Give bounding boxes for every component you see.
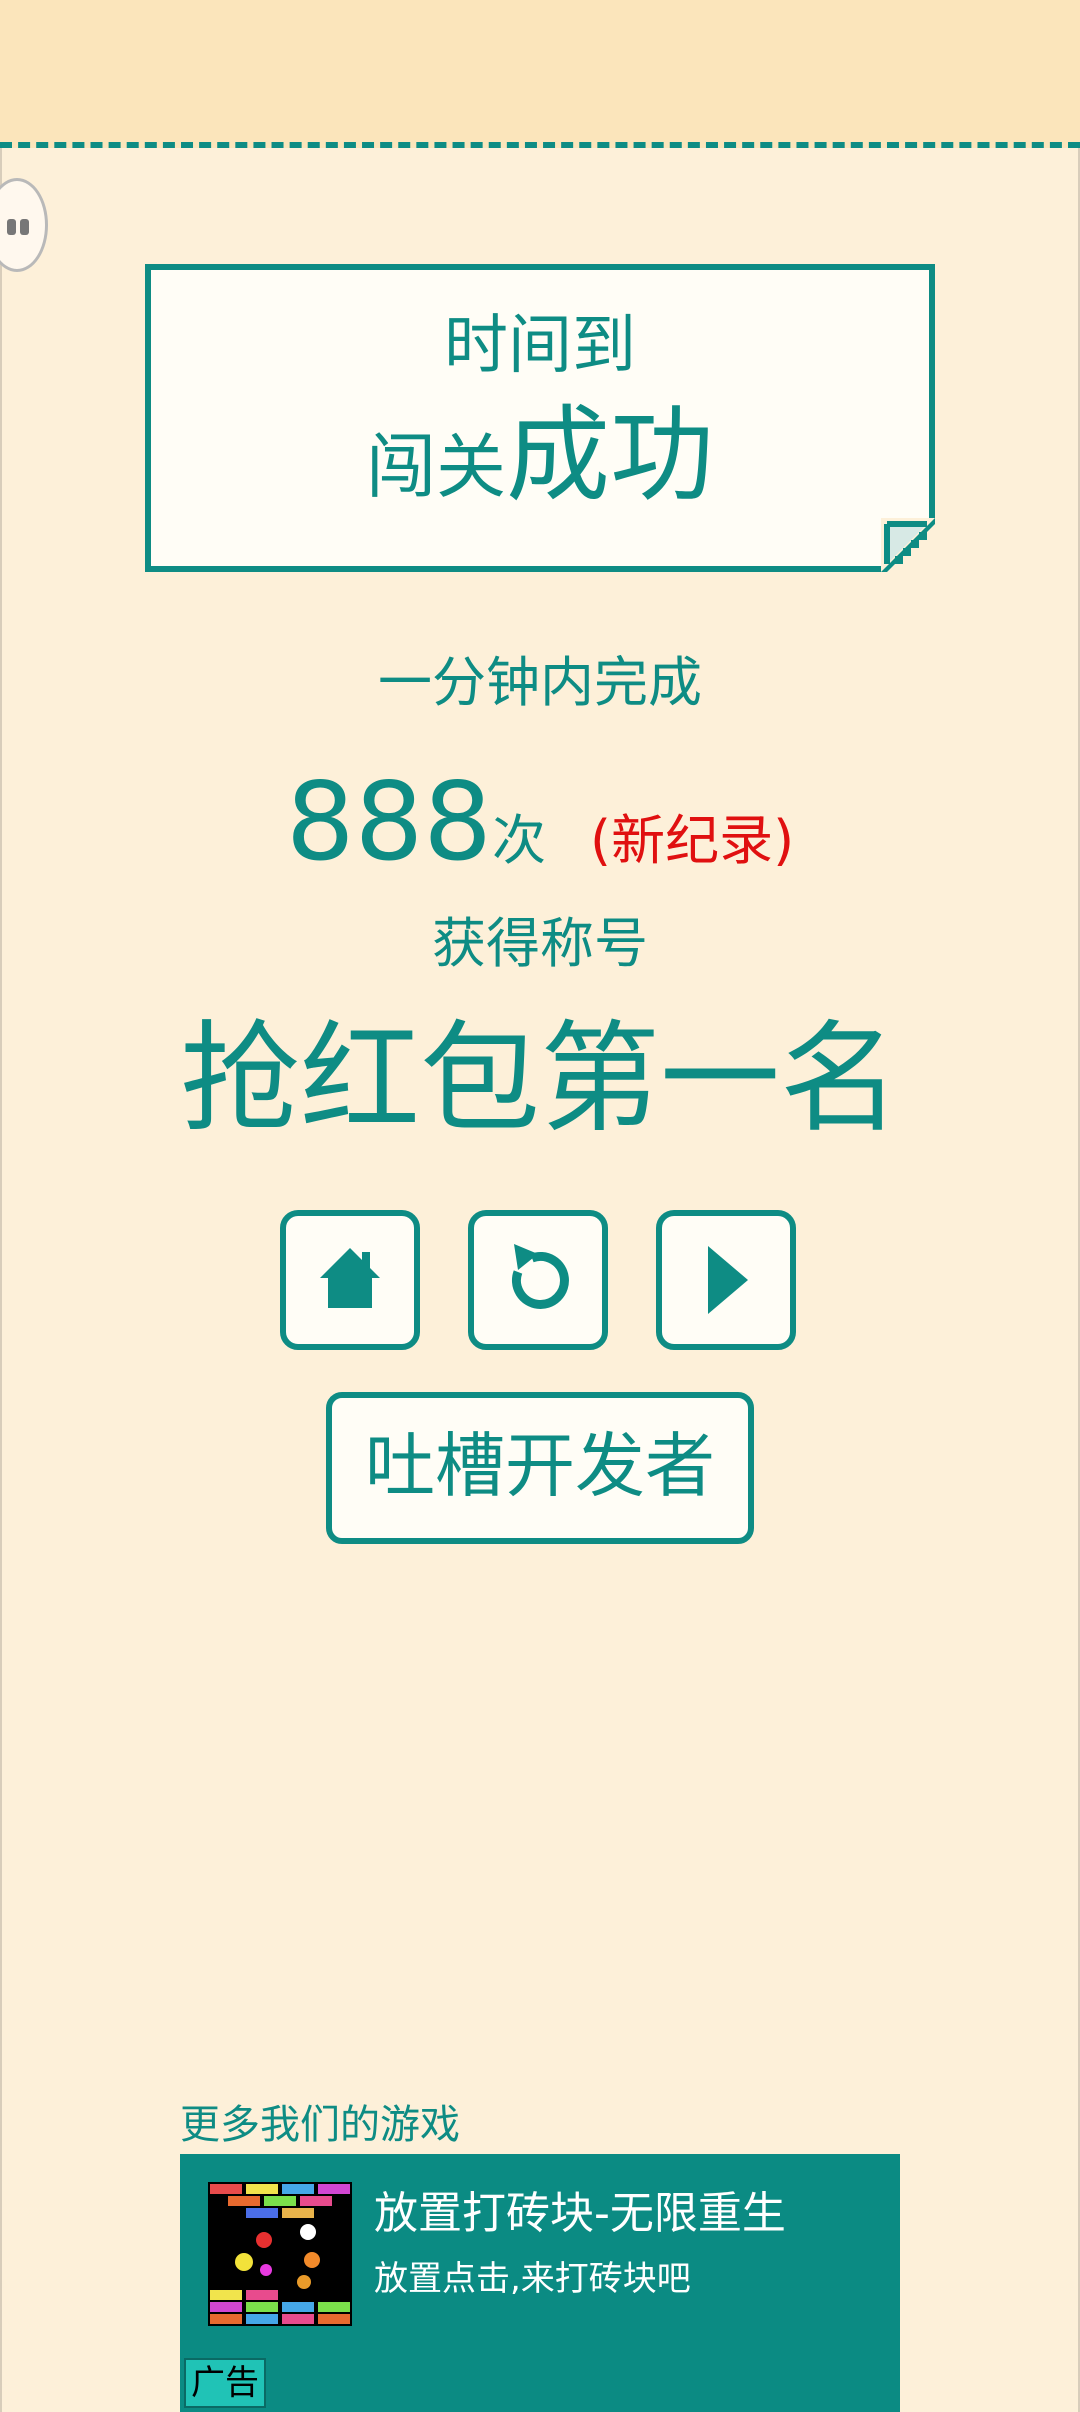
ad-description: 放置点击,来打砖块吧: [374, 2259, 691, 2299]
left-border: [0, 148, 2, 2412]
score-unit: 次: [492, 809, 546, 872]
page-fold-corner: [881, 518, 935, 572]
next-button[interactable]: [656, 1210, 796, 1350]
restart-button[interactable]: [468, 1210, 608, 1350]
restart-icon: [511, 1244, 569, 1309]
time-up-text: 时间到: [444, 309, 636, 383]
completion-subtitle: 一分钟内完成: [378, 651, 702, 714]
level-result-main: 成功: [505, 394, 714, 516]
more-games-label: 更多我们的游戏: [180, 2102, 460, 2148]
pause-button[interactable]: [0, 178, 48, 272]
score-value: 888: [285, 760, 492, 885]
result-card: 时间到 闯关成功: [145, 264, 935, 572]
ad-badge: 广告: [184, 2358, 266, 2408]
ad-card[interactable]: 放置打砖块-无限重生 放置点击,来打砖块吧 广告: [180, 2154, 900, 2412]
top-bar: [0, 0, 1080, 148]
home-button[interactable]: [280, 1210, 420, 1350]
level-result: 闯关成功: [151, 400, 929, 522]
earned-title: 抢红包第一名: [180, 1010, 900, 1149]
score-line: 888次 (新纪录): [0, 758, 1080, 919]
ad-game-thumbnail: [208, 2182, 352, 2326]
play-icon: [708, 1246, 748, 1314]
pause-icon-bar: [20, 219, 29, 235]
feedback-button[interactable]: 吐槽开发者: [326, 1392, 754, 1544]
pause-icon: [7, 219, 16, 235]
home-icon: [320, 1248, 380, 1308]
level-result-prefix: 闯关: [365, 426, 506, 508]
new-record-badge: (新纪录): [590, 809, 795, 872]
title-earned-label: 获得称号: [432, 912, 648, 975]
ad-title: 放置打砖块-无限重生: [374, 2188, 786, 2239]
